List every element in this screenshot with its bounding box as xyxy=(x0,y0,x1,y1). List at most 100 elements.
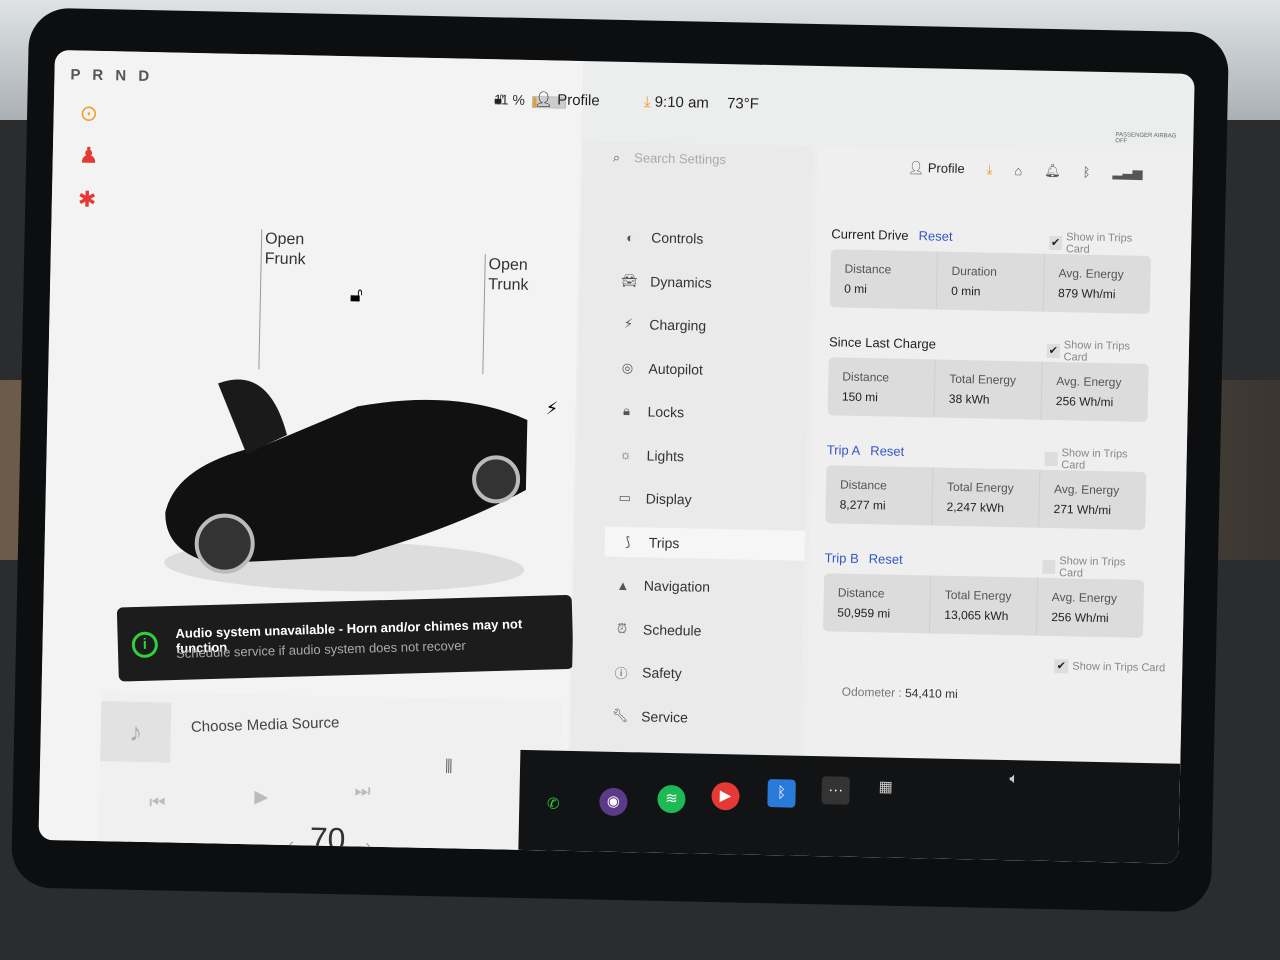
sidebar-item-safety[interactable]: ⓘ Safety xyxy=(612,657,682,688)
car-icon: 🚘︎ xyxy=(620,272,638,288)
bluetooth-app-icon[interactable]: ᛒ xyxy=(767,779,796,808)
stat-cell: Distance 8,277 mi xyxy=(825,465,934,526)
sidebar-item-dynamics[interactable]: 🚘︎ Dynamics xyxy=(620,265,712,297)
stat-cell: Total Energy 38 kWh xyxy=(934,359,1043,420)
passenger-airbag-indicator: PASSENGER AIRBAG OFF xyxy=(1115,132,1177,145)
light-icon: ☼ xyxy=(619,446,632,463)
play-icon[interactable]: ▶︎ xyxy=(254,786,268,807)
checkbox[interactable] xyxy=(1042,559,1056,575)
more-apps-icon[interactable]: ··· xyxy=(821,776,850,805)
trip-section: Trip A Reset Show in Trips Card Distance 8… xyxy=(825,442,1147,530)
sidebar-item-charging[interactable]: ⚡︎ Charging xyxy=(619,309,707,341)
download-icon: ⤓ xyxy=(643,93,651,111)
trip-stats-card: Distance 0 mi Duration 0 min Avg. Energy 879 … xyxy=(829,249,1151,314)
toggle-icon: ◐ xyxy=(626,229,635,245)
frunk-line xyxy=(258,229,263,370)
show-in-trips-card-checkbox[interactable]: ✔ Show in Trips Card xyxy=(1049,231,1151,257)
home-icon[interactable]: ⌂ xyxy=(1014,163,1022,178)
open-frunk-button[interactable]: Open Frunk xyxy=(264,229,306,270)
section-title: Since Last Charge xyxy=(828,334,937,352)
section-title: Trip B xyxy=(824,550,859,566)
alarm-icon: ⏰︎ xyxy=(616,620,628,636)
section-title: Trip A xyxy=(826,442,861,458)
charge-port-icon[interactable]: ⚡︎ xyxy=(545,398,558,419)
unlock-icon[interactable]: 🔓︎ xyxy=(350,284,363,307)
download-icon[interactable]: ⤓ xyxy=(987,162,993,178)
next-icon[interactable]: ⏭︎ xyxy=(354,780,371,801)
display-icon: ▭ xyxy=(618,489,632,506)
seatbelt-icon: ♟ xyxy=(78,142,99,168)
checkbox[interactable] xyxy=(1044,451,1058,467)
phone-icon[interactable]: ✆ xyxy=(539,790,568,819)
volume-icon[interactable]: 🔈︎ xyxy=(1000,765,1029,794)
stat-cell: Avg. Energy 271 Wh/mi xyxy=(1053,482,1120,518)
navigation-icon: ▲ xyxy=(616,577,630,593)
clock: 9:10 am xyxy=(654,93,710,112)
stat-cell: Avg. Energy 879 Wh/mi xyxy=(1057,266,1124,302)
audio-alert: i Audio system unavailable - Horn and/or… xyxy=(116,594,574,682)
profile-button[interactable]: Profile xyxy=(557,92,600,110)
trunk-line xyxy=(482,254,486,375)
trip-section: Current Drive Reset ✔ Show in Trips Card D… xyxy=(829,226,1152,314)
spotify-icon[interactable]: ≋ xyxy=(657,784,686,814)
stat-cell: Distance 0 mi xyxy=(829,249,938,310)
stat-cell: Total Energy 2,247 kWh xyxy=(932,467,1041,528)
profile-button[interactable]: 👤︎ Profile xyxy=(908,160,965,177)
airbag-icon: ✱ xyxy=(77,186,97,212)
camera-icon[interactable]: ◉ xyxy=(599,787,628,817)
sidebar-item-navigation[interactable]: ▲ Navigation xyxy=(614,570,711,602)
show-in-trips-card-checkbox[interactable]: Show in Trips Card xyxy=(1044,447,1146,473)
reset-button[interactable]: Reset xyxy=(918,228,952,244)
show-in-trips-card-checkbox[interactable]: ✔ Show in Trips Card xyxy=(1046,339,1149,365)
lock-icon: 🔒︎ xyxy=(622,402,631,419)
sidebar-item-lights[interactable]: ☼ Lights xyxy=(616,439,685,470)
safety-icon: ⓘ xyxy=(614,665,628,681)
bolt-icon: ⚡︎ xyxy=(623,315,634,332)
stat-cell: Distance 50,959 mi xyxy=(822,573,932,634)
sidebar-item-autopilot[interactable]: ◎ Autopilot xyxy=(618,352,703,384)
lock-status-icon[interactable]: 🔓︎ xyxy=(494,90,504,107)
trip-section: Since Last Charge ✔ Show in Trips Card Di… xyxy=(827,334,1150,422)
equalizer-icon[interactable]: ⫼ xyxy=(445,758,453,776)
trip-stats-card: Distance 8,277 mi Total Energy 2,247 kWh Avg… xyxy=(825,465,1147,530)
gear-indicator: P R N D xyxy=(70,66,154,86)
trips-icon: ⟆ xyxy=(625,533,631,549)
wrench-icon: 🔧︎ xyxy=(611,707,629,723)
car-panel: P R N D ⊙ ♟ ✱ 11 % Open Frunk Open Trunk… xyxy=(38,50,583,851)
info-icon: i xyxy=(131,631,159,659)
sidebar-item-locks[interactable]: 🔒︎ Locks xyxy=(617,396,684,427)
steering-wheel-icon: ◎ xyxy=(621,359,634,375)
open-trunk-button[interactable]: Open Trunk xyxy=(488,255,529,296)
bluetooth-icon[interactable]: ᛒ xyxy=(1083,164,1091,179)
reset-button[interactable]: Reset xyxy=(869,551,903,567)
trip-section: Trip B Reset Show in Trips Card Distance 5… xyxy=(822,550,1145,638)
stat-cell: Total Energy 13,065 kWh xyxy=(929,575,1039,636)
odometer: Odometer : 54,410 mi xyxy=(841,684,958,702)
stat-cell: Distance 150 mi xyxy=(827,357,936,418)
profile-icon: 👤︎ xyxy=(533,91,554,109)
sidebar-item-trips[interactable]: ⟆ Trips xyxy=(604,526,806,561)
media-player-icon[interactable]: ▶ xyxy=(711,781,740,811)
checkbox[interactable]: ✔ xyxy=(1049,235,1063,251)
music-note-icon: ♪ xyxy=(100,701,172,763)
touchscreen: P R N D ⊙ ♟ ✱ 11 % Open Frunk Open Trunk… xyxy=(38,50,1195,864)
search-settings-input[interactable]: ⌕ Search Settings xyxy=(613,150,726,168)
bell-icon[interactable]: 🔔︎ xyxy=(1044,163,1061,179)
odometer-show-checkbox[interactable]: ✔ Show in Trips Card xyxy=(1054,659,1165,675)
checkbox[interactable]: ✔ xyxy=(1046,343,1060,359)
trip-stats-card: Distance 150 mi Total Energy 38 kWh Avg. Ene… xyxy=(827,357,1149,422)
search-icon: ⌕ xyxy=(612,149,621,165)
sidebar-item-controls[interactable]: ◐ Controls xyxy=(621,222,704,254)
tire-pressure-icon: ⊙ xyxy=(79,100,99,126)
app-launcher-icon[interactable]: ▦ xyxy=(871,773,900,802)
temperature: 73°F xyxy=(726,95,760,113)
reset-button[interactable]: Reset xyxy=(870,443,904,459)
show-in-trips-card-checkbox[interactable]: Show in Trips Card xyxy=(1042,555,1144,581)
choose-media-source[interactable]: Choose Media Source xyxy=(191,714,340,736)
sidebar-item-service[interactable]: 🔧︎ Service xyxy=(611,700,688,732)
sidebar-item-display[interactable]: ▭ Display xyxy=(615,483,692,515)
stat-cell: Avg. Energy 256 Wh/mi xyxy=(1051,589,1118,626)
dock: ✆ ◉ ≋ ▶ ᛒ ··· ▦ 🔈︎ xyxy=(518,749,1181,864)
sidebar-item-schedule[interactable]: ⏰︎ Schedule xyxy=(613,613,702,645)
previous-icon[interactable]: ⏮︎ xyxy=(149,792,166,813)
